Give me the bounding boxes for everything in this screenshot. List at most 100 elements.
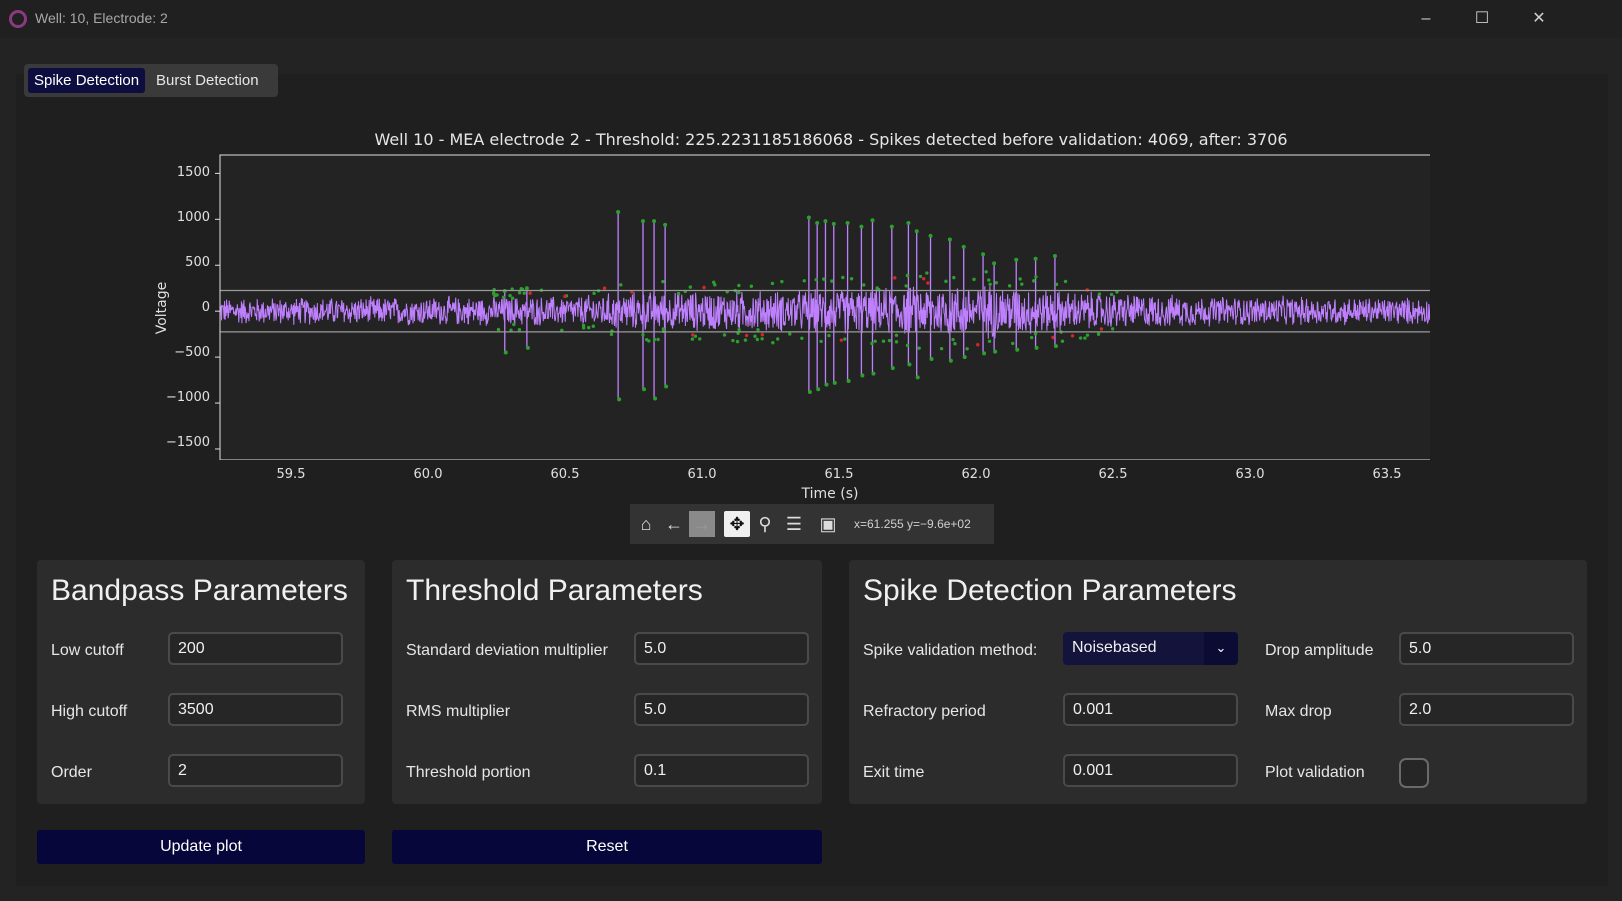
plot-validation-checkbox[interactable] [1399,758,1429,788]
tab-burst-detection[interactable]: Burst Detection [150,68,265,93]
detection-marker [776,337,780,341]
configure-subplots-icon[interactable]: ☰ [781,511,807,537]
detection-marker [849,277,854,281]
detection-marker [647,339,651,343]
detection-marker [1097,292,1102,296]
low-cutoff-input[interactable]: 200 [168,632,343,665]
group-title: Threshold Parameters [406,574,703,607]
detection-marker [512,322,516,327]
maximize-button[interactable]: ☐ [1462,4,1502,34]
detection-marker [602,286,607,290]
detection-marker [756,327,760,332]
detection-marker [737,283,741,288]
back-arrow-icon[interactable]: ← [661,511,687,537]
forward-arrow-icon[interactable]: → [689,511,715,537]
refractory-period-input[interactable]: 0.001 [1063,693,1238,726]
app-logo-icon [9,10,27,28]
detection-marker [517,291,522,295]
detection-marker [972,277,976,282]
validation-method-value: Noisebased [1072,639,1157,656]
close-button[interactable]: ✕ [1519,4,1559,34]
detection-marker [690,337,695,341]
detection-marker [814,277,818,282]
spike-marker [871,371,876,376]
spike-marker [993,349,998,354]
detection-marker [1083,336,1087,340]
detection-marker [737,327,741,332]
detection-marker [592,291,596,296]
detection-marker [722,333,727,337]
detection-marker [501,295,506,300]
spike-marker [889,224,894,229]
detection-marker [688,285,693,289]
detection-marker [1078,336,1083,340]
tab-bar: Spike Detection Burst Detection [24,64,278,97]
rms-multiplier-input[interactable]: 5.0 [634,693,809,726]
std-multiplier-input[interactable]: 5.0 [634,632,809,665]
detection-marker [661,327,666,331]
detection-marker [656,337,660,342]
detection-marker [1063,279,1068,284]
zoom-icon[interactable]: ⚲ [752,511,778,537]
group-title: Bandpass Parameters [51,574,348,607]
detection-marker [737,290,741,295]
detection-marker [744,333,749,338]
detection-marker [870,341,874,346]
home-icon[interactable]: ⌂ [633,511,659,537]
detection-marker [1060,339,1065,343]
high-cutoff-label: High cutoff [51,703,128,720]
refractory-period-label: Refractory period [863,703,986,720]
bandpass-parameters-group: Bandpass Parameters Low cutoff 200 High … [37,560,365,804]
voltage-plot[interactable] [130,150,1430,460]
detection-marker [1032,279,1036,283]
detection-marker [1029,335,1034,340]
detection-marker [800,336,804,340]
validation-method-dropdown[interactable]: Noisebased ⌄ [1063,632,1238,665]
detection-marker [528,291,532,295]
spike-marker [845,220,850,225]
detection-marker [1070,334,1075,338]
spike-marker [846,378,851,383]
detection-marker [839,338,844,342]
y-axis-label: Voltage [154,281,170,335]
detection-marker [822,277,826,281]
spike-marker [1014,257,1019,262]
high-cutoff-input[interactable]: 3500 [168,693,343,726]
detection-marker [652,337,657,342]
detection-marker [1085,333,1090,337]
detection-marker [894,340,899,344]
drop-amplitude-input[interactable]: 5.0 [1399,632,1574,665]
minimize-button[interactable]: – [1406,4,1446,34]
spike-marker [525,345,530,350]
order-input[interactable]: 2 [168,754,343,787]
spike-marker [653,396,658,401]
detection-marker [591,324,596,328]
x-tick-label: 61.0 [687,467,717,482]
detection-marker [905,343,910,348]
spike-marker [503,350,508,355]
tab-spike-detection[interactable]: Spike Detection [28,68,146,93]
std-multiplier-label: Standard deviation multiplier [406,642,608,659]
spike-marker [1033,256,1038,261]
spike-marker [663,222,668,227]
spike-marker [981,252,986,257]
detection-marker [1034,275,1038,279]
exit-time-input[interactable]: 0.001 [1063,754,1238,787]
detection-marker [755,337,760,342]
detection-marker [952,275,956,280]
max-drop-input[interactable]: 2.0 [1399,693,1574,726]
pan-icon[interactable]: ✥ [724,511,750,537]
drop-amplitude-label: Drop amplitude [1265,642,1374,659]
cursor-coordinates: x=61.255 y=−9.6e+02 [854,517,971,531]
chevron-down-icon[interactable]: ⌄ [1204,632,1238,665]
detection-marker [609,332,614,337]
update-plot-button[interactable]: Update plot [37,830,365,864]
detection-marker [827,333,831,338]
spike-marker [642,387,646,392]
detection-marker [713,283,717,287]
save-icon[interactable]: ▣ [815,511,841,537]
threshold-portion-input[interactable]: 0.1 [634,754,809,787]
reset-button[interactable]: Reset [392,830,822,864]
rms-multiplier-label: RMS multiplier [406,703,511,720]
detection-marker [743,338,748,342]
